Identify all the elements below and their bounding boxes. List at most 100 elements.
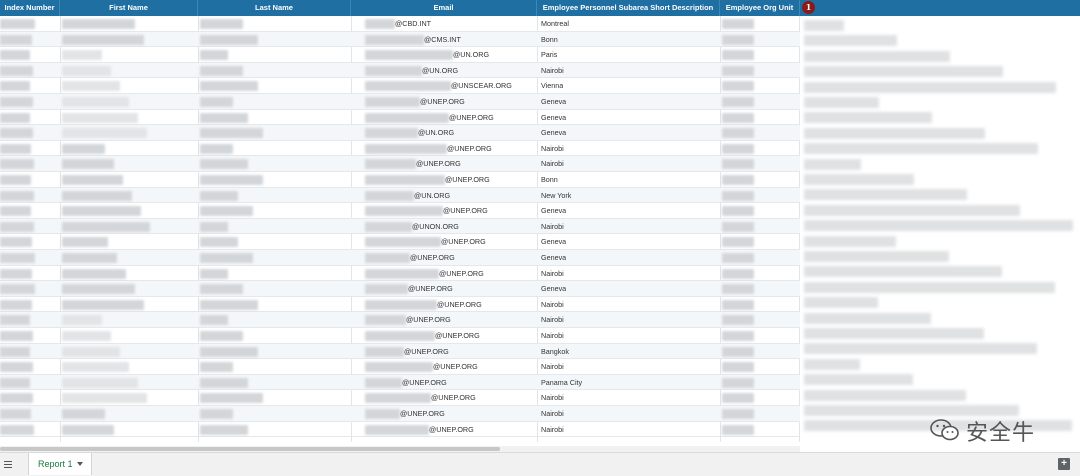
- email-domain[interactable]: @UNEP.ORG: [410, 250, 455, 266]
- table-row[interactable]: @UNON.ORG Nairobi: [0, 218, 800, 235]
- subarea-cell[interactable]: Nairobi: [541, 390, 564, 406]
- subarea-cell[interactable]: Nairobi: [541, 156, 564, 172]
- redacted-email-local: [365, 81, 451, 92]
- table-row[interactable]: @UNEP.ORG Nairobi: [0, 266, 800, 282]
- email-domain[interactable]: @UNSCEAR.ORG: [451, 78, 512, 94]
- subarea-cell[interactable]: New York: [541, 188, 571, 204]
- email-domain[interactable]: @UNEP.ORG: [439, 266, 484, 282]
- subarea-cell[interactable]: Bonn: [541, 32, 558, 48]
- plus-icon[interactable]: +: [1058, 458, 1070, 470]
- subarea-cell[interactable]: Nairobi: [541, 266, 564, 282]
- table-row[interactable]: @UN.ORG New York: [0, 187, 800, 204]
- subarea-cell[interactable]: Nairobi: [541, 63, 564, 79]
- email-domain[interactable]: @UNEP.ORG: [449, 110, 494, 126]
- table-row[interactable]: @UNEP.ORG Nairobi: [0, 312, 800, 328]
- table-row[interactable]: @UNEP.ORG Geneva: [0, 203, 800, 219]
- table-row[interactable]: @UNEP.ORG Nairobi: [0, 141, 800, 157]
- email-domain[interactable]: @UNEP.ORG: [433, 359, 478, 375]
- subarea-cell[interactable]: Geneva: [541, 94, 566, 110]
- email-domain[interactable]: @UNEP.ORG: [408, 281, 453, 297]
- subarea-cell[interactable]: Panama City: [541, 375, 582, 391]
- table-row[interactable]: @UN.ORG Geneva: [0, 125, 800, 141]
- subarea-cell[interactable]: Nairobi: [541, 328, 564, 344]
- table-row[interactable]: @UNEP.ORG Nairobi: [0, 156, 800, 172]
- table-row[interactable]: @UNEP.ORG Bonn: [0, 172, 800, 188]
- subarea-cell[interactable]: Geneva: [541, 250, 566, 266]
- table-row[interactable]: @UNEP.ORG Nairobi: [0, 359, 800, 375]
- column-header-index-number[interactable]: Index Number: [0, 0, 60, 16]
- subarea-cell[interactable]: Nairobi: [541, 359, 564, 375]
- email-domain[interactable]: @UNEP.ORG: [443, 203, 488, 219]
- subarea-cell[interactable]: Nairobi: [541, 141, 564, 157]
- scrollbar-thumb[interactable]: [0, 447, 500, 451]
- email-domain[interactable]: @UNEP.ORG: [437, 297, 482, 313]
- email-domain[interactable]: @UN.ORG: [453, 47, 489, 63]
- table-row[interactable]: @UNEP.ORG Panama City: [0, 374, 800, 391]
- table-row[interactable]: @UNEP.ORG Bangkok: [0, 343, 800, 360]
- column-header-email[interactable]: Email: [351, 0, 537, 16]
- subarea-cell[interactable]: Nairobi: [541, 422, 564, 438]
- table-row[interactable]: @UNEP.ORG Nairobi: [0, 390, 800, 406]
- table-row[interactable]: @UNEP.ORG Geneva: [0, 250, 800, 266]
- table-row[interactable]: @UNEP.ORG Nairobi: [0, 422, 800, 438]
- subarea-cell[interactable]: Geneva: [541, 125, 566, 141]
- email-domain[interactable]: @UN.ORG: [414, 188, 450, 204]
- redacted-cell: [722, 34, 754, 45]
- redacted-cell: [722, 112, 754, 123]
- subarea-cell[interactable]: Geneva: [541, 234, 566, 250]
- subarea-cell[interactable]: Bangkok: [541, 344, 569, 360]
- table-row[interactable]: @UNEP.ORG Geneva: [0, 94, 800, 110]
- subarea-cell[interactable]: Nairobi: [541, 219, 564, 235]
- table-row[interactable]: @UNEP.ORG Geneva: [0, 281, 800, 297]
- column-header-org-unit[interactable]: Employee Org Unit: [720, 0, 800, 16]
- subarea-cell[interactable]: Montreal: [541, 16, 569, 32]
- email-domain[interactable]: @CMS.INT: [424, 32, 461, 48]
- table-row[interactable]: @UN.ORG Paris: [0, 47, 800, 63]
- table-row[interactable]: @UN.ORG Nairobi: [0, 62, 800, 79]
- email-domain[interactable]: @UNEP.ORG: [441, 234, 486, 250]
- email-domain[interactable]: @UNEP.ORG: [406, 312, 451, 328]
- table-row[interactable]: @CMS.INT Bonn: [0, 31, 800, 48]
- subarea-cell[interactable]: Nairobi: [541, 406, 564, 422]
- subarea-cell[interactable]: Bonn: [541, 172, 558, 188]
- column-header-subarea[interactable]: Employee Personnel Subarea Short Descrip…: [537, 0, 720, 16]
- email-domain[interactable]: @UNEP.ORG: [431, 390, 476, 406]
- email-domain[interactable]: @UNEP.ORG: [429, 422, 474, 438]
- redacted-cell: [62, 409, 105, 419]
- table-row[interactable]: @UNEP.ORG Nairobi: [0, 406, 800, 422]
- email-domain[interactable]: @UN.ORG: [422, 63, 458, 79]
- table-row[interactable]: @UNEP.ORG Nairobi: [0, 328, 800, 344]
- column-header-first-name[interactable]: First Name: [60, 0, 198, 16]
- subarea-cell[interactable]: Nairobi: [541, 297, 564, 313]
- email-domain[interactable]: @UNEP.ORG: [400, 406, 445, 422]
- email-domain[interactable]: @UNEP.ORG: [435, 328, 480, 344]
- notification-badge[interactable]: 1: [802, 1, 815, 14]
- sheet-list-menu-icon[interactable]: [4, 459, 14, 469]
- redacted-cell: [0, 143, 31, 154]
- subarea-cell[interactable]: Geneva: [541, 110, 566, 126]
- subarea-cell[interactable]: Geneva: [541, 281, 566, 297]
- redacted-cell: [722, 159, 754, 170]
- email-domain[interactable]: @UNEP.ORG: [447, 141, 492, 157]
- email-domain[interactable]: @UNEP.ORG: [402, 375, 447, 391]
- table-row[interactable]: @UNEP.ORG Nairobi: [0, 297, 800, 313]
- subarea-cell[interactable]: Paris: [541, 47, 557, 63]
- email-domain[interactable]: @UNEP.ORG: [420, 94, 465, 110]
- column-header-last-name[interactable]: Last Name: [198, 0, 351, 16]
- subarea-cell[interactable]: Geneva: [541, 203, 566, 219]
- email-domain[interactable]: @UNEP.ORG: [416, 156, 461, 172]
- table-row[interactable]: @UNEP.ORG Geneva: [0, 234, 800, 250]
- chevron-down-icon[interactable]: [77, 462, 83, 466]
- email-domain[interactable]: @UNEP.ORG: [445, 172, 490, 188]
- subarea-cell[interactable]: Nairobi: [541, 312, 564, 328]
- email-domain[interactable]: @CBD.INT: [395, 16, 431, 32]
- email-domain[interactable]: @UNEP.ORG: [404, 344, 449, 360]
- redacted-cell: [200, 424, 248, 435]
- table-row[interactable]: @UNEP.ORG Geneva: [0, 110, 800, 126]
- subarea-cell[interactable]: Vienna: [541, 78, 563, 94]
- email-domain[interactable]: @UN.ORG: [418, 125, 454, 141]
- table-row[interactable]: @CBD.INT Montreal: [0, 16, 800, 32]
- table-row[interactable]: @UNSCEAR.ORG Vienna: [0, 78, 800, 94]
- sheet-tab-report-1[interactable]: Report 1: [28, 453, 92, 475]
- email-domain[interactable]: @UNON.ORG: [412, 219, 459, 235]
